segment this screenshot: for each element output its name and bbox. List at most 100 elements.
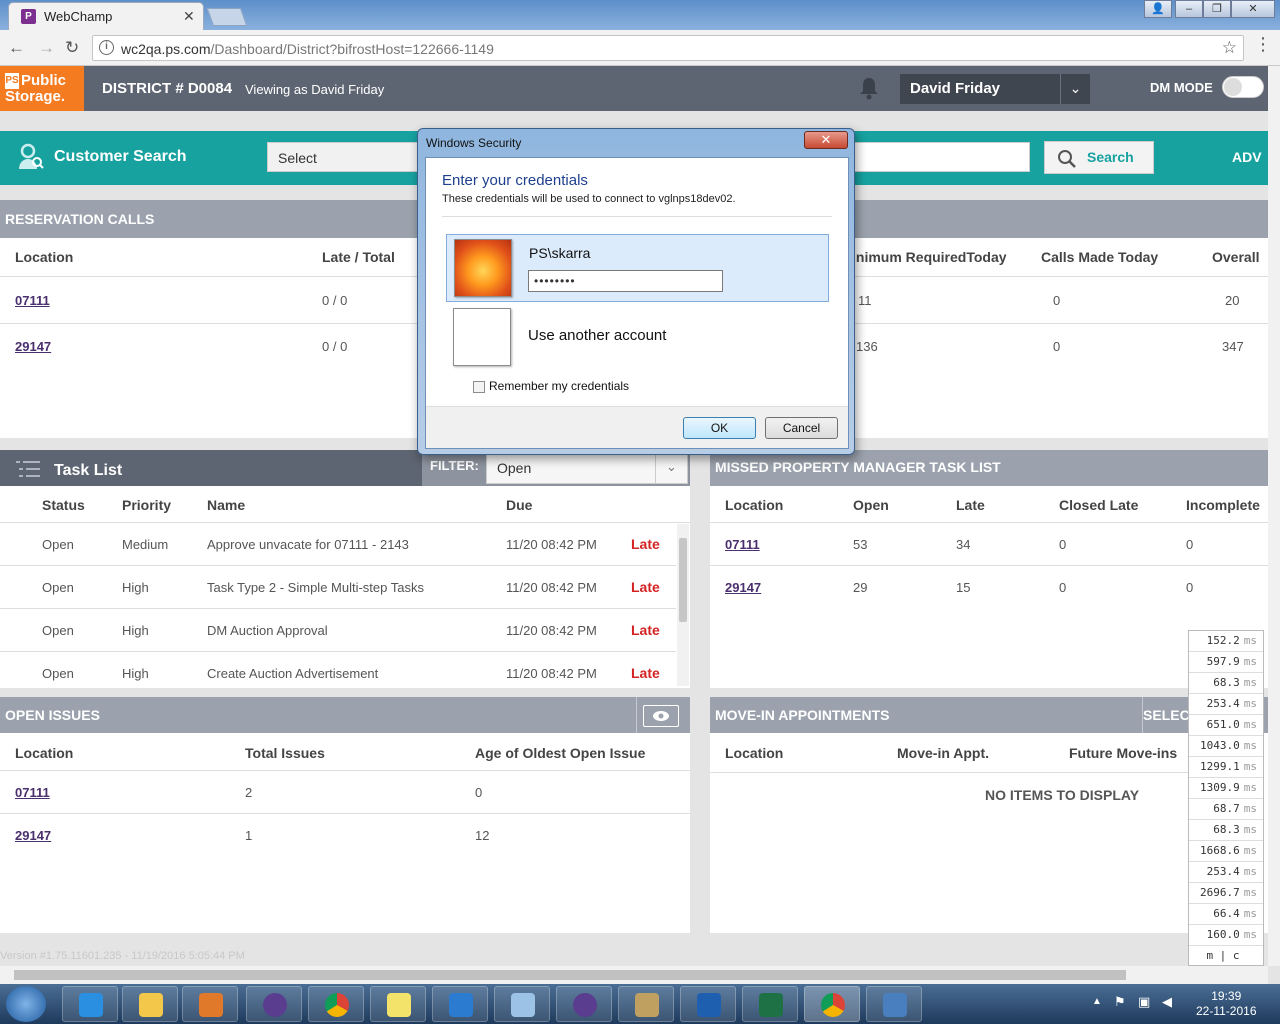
divider <box>710 565 1268 566</box>
location-link[interactable]: 29147 <box>725 580 761 595</box>
chrome-menu-icon[interactable]: ⋮ <box>1254 34 1272 55</box>
forward-arrow-icon[interactable]: → <box>38 38 55 58</box>
location-link[interactable]: 07111 <box>15 293 50 308</box>
timing-value: 1043.0 <box>1200 739 1240 752</box>
task-row[interactable]: Open High Task Type 2 - Simple Multi-ste… <box>0 566 690 609</box>
explorer-icon[interactable] <box>122 986 178 1022</box>
close-tab-icon[interactable]: ✕ <box>183 8 195 25</box>
page-vertical-scrollbar[interactable] <box>1268 66 1280 966</box>
password-field[interactable]: •••••••• <box>528 270 723 292</box>
timing-value: 152.2 <box>1206 634 1240 647</box>
chrome-icon-active[interactable] <box>804 986 860 1022</box>
task-row[interactable]: Open High DM Auction Approval 11/20 08:4… <box>0 609 690 652</box>
excel-icon[interactable] <box>742 986 798 1022</box>
dm-mode-label: DM MODE <box>1150 80 1213 95</box>
timing-value: 597.9 <box>1206 655 1240 668</box>
logo-line1: Public <box>21 72 67 89</box>
lync-icon[interactable] <box>432 986 488 1022</box>
tray-arrow-icon[interactable]: ▲ <box>1092 996 1102 1007</box>
system-clock[interactable]: 19:39 22-11-2016 <box>1196 989 1257 1019</box>
chevron-down-icon[interactable]: ⌄ <box>1060 74 1090 104</box>
late-badge: Late <box>631 665 660 681</box>
dm-mode-toggle[interactable] <box>1222 76 1264 98</box>
remote-desktop-icon[interactable] <box>866 986 922 1022</box>
location-link[interactable]: 07111 <box>15 785 50 800</box>
flag-icon[interactable]: ⚑ <box>1114 994 1126 1010</box>
timing-value: 1299.1 <box>1200 760 1240 773</box>
url-field[interactable]: i wc2qa.ps.com/Dashboard/District?bifros… <box>92 35 1244 61</box>
close-window-button[interactable]: ✕ <box>1231 0 1275 18</box>
reload-icon[interactable]: ↻ <box>65 38 79 58</box>
advanced-search-link[interactable]: ADV <box>1232 149 1262 165</box>
search-button[interactable]: Search <box>1044 141 1154 174</box>
eclipse-icon-2[interactable] <box>556 986 612 1022</box>
late-total-value: 0 / 0 <box>322 339 348 354</box>
timing-footer[interactable]: m | c <box>1189 946 1263 967</box>
ok-button[interactable]: OK <box>683 417 756 439</box>
timing-row: 66.4 ms <box>1189 904 1263 925</box>
task-name: Create Auction Advertisement <box>207 666 379 681</box>
ie-icon[interactable] <box>62 986 118 1022</box>
timing-unit: ms <box>1243 634 1257 647</box>
move-in-header: MOVE-IN APPOINTMENTS SELEC <box>710 697 1268 733</box>
dialog-close-button[interactable]: ✕ <box>804 131 848 149</box>
sticky-notes-icon[interactable] <box>370 986 426 1022</box>
url-path: /Dashboard/District?bifrostHost=122666-1… <box>210 41 494 57</box>
volume-icon[interactable]: ◀ <box>1162 994 1172 1010</box>
back-arrow-icon[interactable]: ← <box>8 38 25 58</box>
search-type-select[interactable]: Select <box>267 142 427 172</box>
tools-icon[interactable] <box>618 986 674 1022</box>
minimize-button[interactable]: – <box>1175 0 1203 18</box>
search-button-label: Search <box>1087 149 1134 165</box>
timing-value: 68.7 <box>1213 802 1240 815</box>
notepad-icon[interactable] <box>494 986 550 1022</box>
outlook-icon[interactable] <box>680 986 736 1022</box>
col-incomplete: Incomplete <box>1186 497 1260 513</box>
user-dropdown[interactable]: David Friday ⌄ <box>900 74 1090 104</box>
divider <box>1142 697 1143 733</box>
timing-value: 1309.9 <box>1200 781 1240 794</box>
remember-checkbox[interactable] <box>473 381 485 393</box>
timing-unit: ms <box>1243 907 1257 920</box>
task-name: Approve unvacate for 07111 - 2143 <box>207 537 409 552</box>
timing-row: 597.9 ms <box>1189 652 1263 673</box>
cancel-button[interactable]: Cancel <box>765 417 838 439</box>
filter-select[interactable]: Open ⌄ <box>486 452 688 484</box>
notification-bell-icon[interactable] <box>858 76 880 100</box>
new-tab-button[interactable] <box>206 8 248 26</box>
media-player-icon[interactable] <box>182 986 238 1022</box>
move-in-select[interactable]: SELEC <box>1143 707 1190 723</box>
start-button-icon[interactable] <box>6 986 46 1022</box>
chrome-icon[interactable] <box>308 986 364 1022</box>
task-row[interactable]: Open Medium Approve unvacate for 07111 -… <box>0 523 690 566</box>
public-storage-logo[interactable]: PS Public Storage. <box>0 66 84 111</box>
bookmark-star-icon[interactable]: ☆ <box>1222 38 1237 58</box>
restore-button[interactable]: ❐ <box>1203 0 1231 18</box>
browser-tab[interactable]: P WebChamp ✕ <box>8 2 204 30</box>
timing-row: 1043.0 ms <box>1189 736 1263 757</box>
task-list-scrollbar[interactable] <box>677 524 689 686</box>
eclipse-icon[interactable] <box>246 986 302 1022</box>
logo-line2: Storage. <box>5 88 66 105</box>
timing-unit: ms <box>1243 760 1257 773</box>
eye-icon[interactable] <box>643 705 679 727</box>
task-row[interactable]: Open High Create Auction Advertisement 1… <box>0 652 690 686</box>
overall-value: 20 <box>1225 293 1240 308</box>
search-input[interactable] <box>848 142 1030 172</box>
blank-avatar[interactable] <box>453 308 511 366</box>
location-link[interactable]: 07111 <box>725 537 760 552</box>
info-icon[interactable]: i <box>99 40 114 55</box>
scrollbar-thumb[interactable] <box>679 538 687 622</box>
col-open: Open <box>853 497 889 513</box>
profile-icon[interactable]: 👤 <box>1144 0 1172 18</box>
visibility-toggle[interactable] <box>636 697 690 733</box>
task-priority: Medium <box>122 537 169 552</box>
location-link[interactable]: 29147 <box>15 828 51 843</box>
scrollbar-thumb[interactable] <box>14 970 1126 980</box>
network-icon[interactable]: ▣ <box>1138 994 1150 1010</box>
credential-tile-selected[interactable]: PS\skarra •••••••• <box>446 234 829 302</box>
chevron-down-icon[interactable]: ⌄ <box>655 453 687 483</box>
dialog-body: Enter your credentials These credentials… <box>425 157 849 449</box>
use-another-account[interactable]: Use another account <box>528 327 666 344</box>
location-link[interactable]: 29147 <box>15 339 51 354</box>
